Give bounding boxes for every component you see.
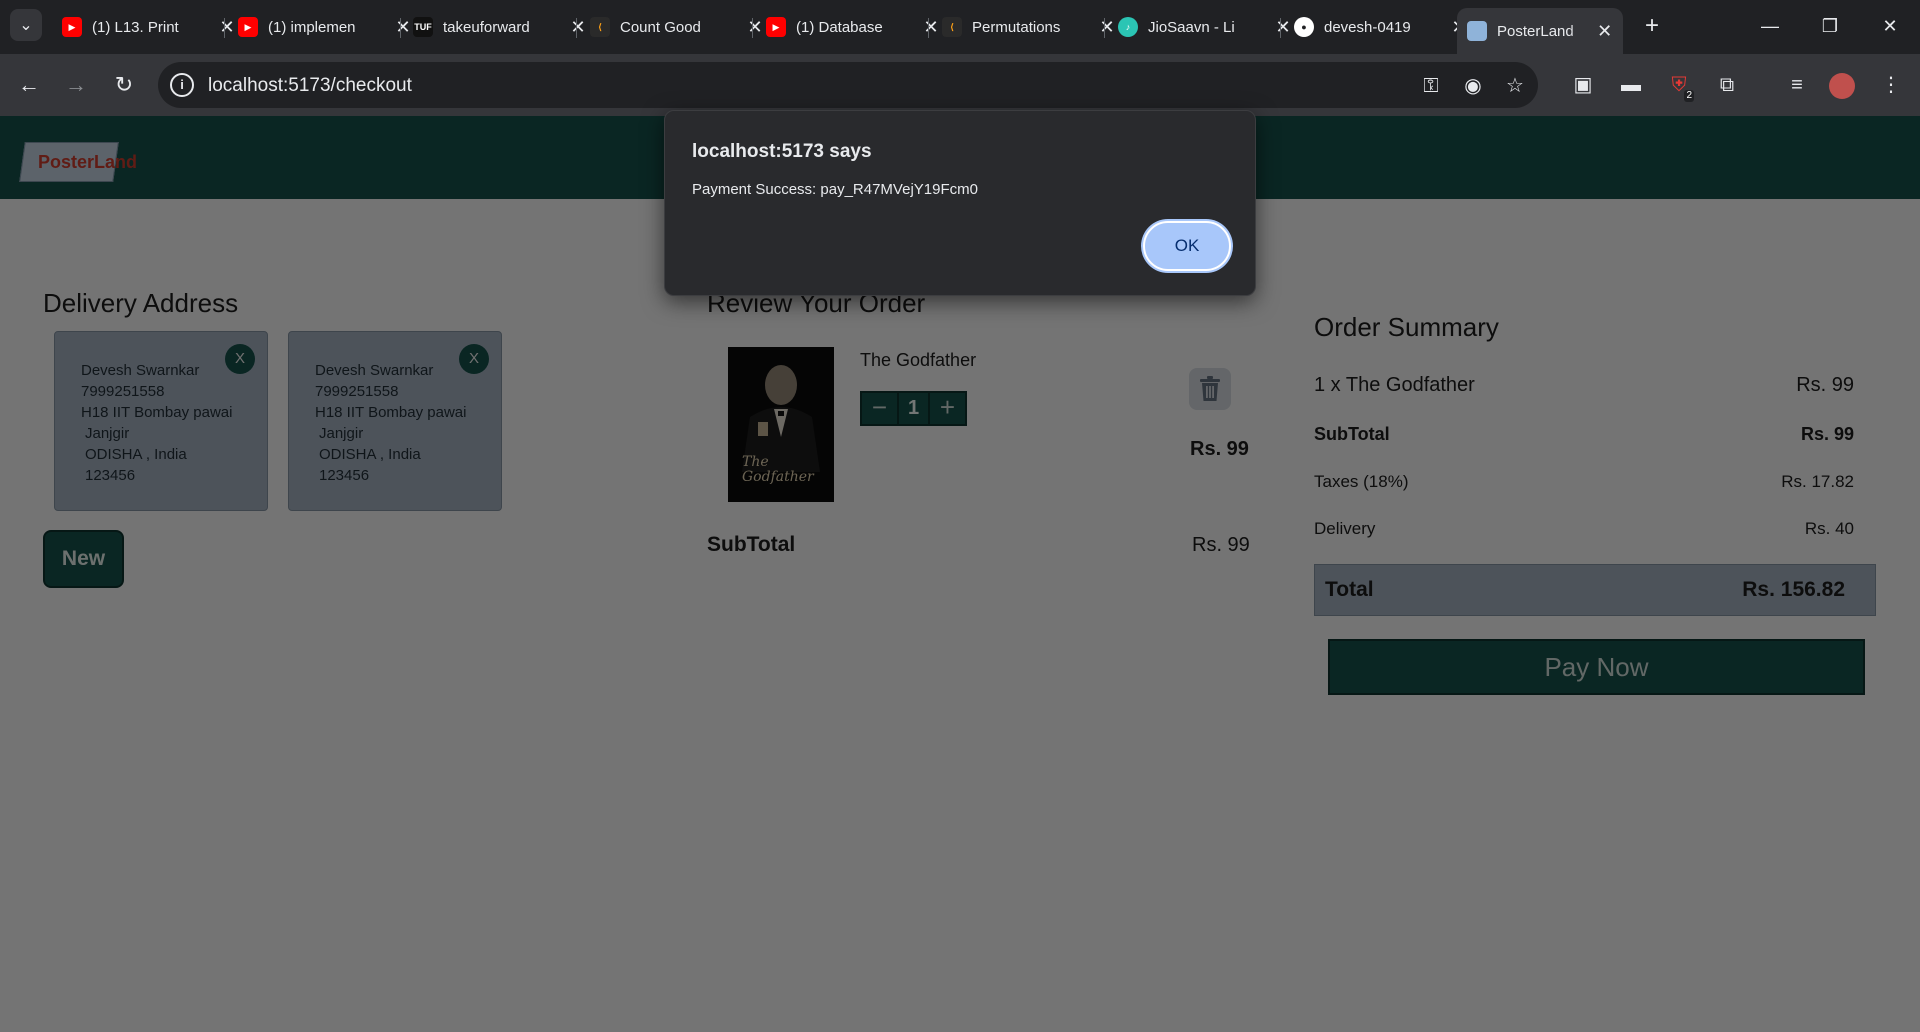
browser-tab[interactable]: ▶ (1) Database ✕	[756, 8, 950, 46]
extensions-puzzle-icon[interactable]: ⧉	[1712, 70, 1742, 100]
restore-button[interactable]: ❐	[1802, 8, 1858, 44]
close-icon: ✕	[1882, 16, 1898, 36]
url-text[interactable]: localhost:5173/checkout	[208, 75, 412, 97]
tab-title: PosterLand	[1497, 22, 1574, 40]
tab-title: JioSaavn - Li	[1148, 18, 1235, 36]
address-bar[interactable]: i localhost:5173/checkout ⚿ ◉ ☆	[158, 62, 1538, 108]
close-icon[interactable]: ✕	[1596, 21, 1613, 42]
back-button[interactable]: ←	[12, 68, 46, 102]
browser-tab[interactable]: ♪ JioSaavn - Li ✕	[1108, 8, 1302, 46]
youtube-icon: ▶	[62, 17, 82, 37]
alert-dialog: localhost:5173 says Payment Success: pay…	[664, 110, 1256, 296]
restore-icon: ❐	[1821, 16, 1839, 36]
plus-icon: +	[1644, 12, 1659, 39]
tab-divider	[752, 18, 753, 38]
tab-title: takeuforward	[443, 18, 530, 36]
tab-title: (1) L13. Print	[92, 18, 179, 36]
window-close-button[interactable]: ✕	[1862, 8, 1918, 44]
extension-shield-icon[interactable]: ⛨ 2	[1664, 70, 1694, 102]
tab-divider	[1280, 18, 1281, 38]
tab-divider	[576, 18, 577, 38]
profile-avatar[interactable]	[1827, 70, 1857, 100]
github-icon: ●	[1294, 17, 1314, 37]
jiosaavn-icon: ♪	[1118, 17, 1138, 37]
browser-tab[interactable]: ⟨ Count Good ✕	[580, 8, 774, 46]
browser-tab[interactable]: ● devesh-0419 ✕	[1284, 8, 1478, 46]
ok-button[interactable]: OK	[1143, 221, 1231, 271]
leetcode-icon: ⟨	[590, 17, 610, 37]
new-tab-button[interactable]: +	[1638, 12, 1666, 40]
youtube-icon: ▶	[766, 17, 786, 37]
reload-button[interactable]: ↻	[107, 68, 141, 102]
reload-icon: ↻	[114, 72, 134, 97]
dialog-title: localhost:5173 says	[692, 141, 872, 162]
leetcode-icon: ⟨	[942, 17, 962, 37]
browser-tab[interactable]: ⟨ Permutations ✕	[932, 8, 1126, 46]
star-icon[interactable]: ☆	[1502, 74, 1528, 98]
youtube-icon: ▶	[238, 17, 258, 37]
extension-window-icon[interactable]: ▣	[1568, 70, 1598, 100]
tab-divider	[400, 18, 401, 38]
arrow-right-icon: →	[65, 72, 87, 97]
media-control-icon[interactable]: ≡	[1782, 70, 1812, 100]
tab-divider	[1104, 18, 1105, 38]
tab-title: Permutations	[972, 18, 1061, 36]
browser-toolbar: ← → ↻ i localhost:5173/checkout ⚿ ◉ ☆ ▣ …	[0, 54, 1920, 116]
tab-title: Count Good	[620, 18, 701, 36]
arrow-left-icon: ←	[18, 72, 40, 97]
minimize-icon: —	[1761, 16, 1779, 36]
browser-tab[interactable]: TUF takeuforward ✕	[403, 8, 597, 46]
browser-tab-active[interactable]: PosterLand ✕	[1457, 8, 1623, 54]
key-icon[interactable]: ⚿	[1418, 74, 1444, 98]
more-vertical-icon: ⋮	[1881, 74, 1901, 96]
tab-divider	[928, 18, 929, 38]
tab-divider	[224, 18, 225, 38]
tab-strip: ⌄ ▶ (1) L13. Print ✕ ▶ (1) implemen ✕ TU…	[0, 0, 1920, 54]
info-icon[interactable]: i	[170, 73, 194, 97]
forward-button[interactable]: →	[59, 68, 93, 102]
dialog-message: Payment Success: pay_R47MVejY19Fcm0	[692, 181, 978, 198]
chevron-down-icon: ⌄	[19, 17, 33, 34]
menu-button[interactable]: ⋮	[1876, 70, 1906, 100]
posterland-icon	[1467, 21, 1487, 41]
extension-badge: 2	[1684, 90, 1694, 102]
tab-title: (1) Database	[796, 18, 883, 36]
tab-search-button[interactable]: ⌄	[10, 9, 42, 41]
tab-title: devesh-0419	[1324, 18, 1411, 36]
extension-hat-icon[interactable]: ▬	[1616, 70, 1646, 100]
minimize-button[interactable]: —	[1742, 8, 1798, 44]
eye-icon[interactable]: ◉	[1460, 74, 1486, 98]
tuf-icon: TUF	[413, 17, 433, 37]
avatar-icon	[1829, 72, 1855, 99]
browser-tab[interactable]: ▶ (1) implemen ✕	[228, 8, 422, 46]
tab-title: (1) implemen	[268, 18, 356, 36]
browser-tab[interactable]: ▶ (1) L13. Print ✕	[52, 8, 246, 46]
